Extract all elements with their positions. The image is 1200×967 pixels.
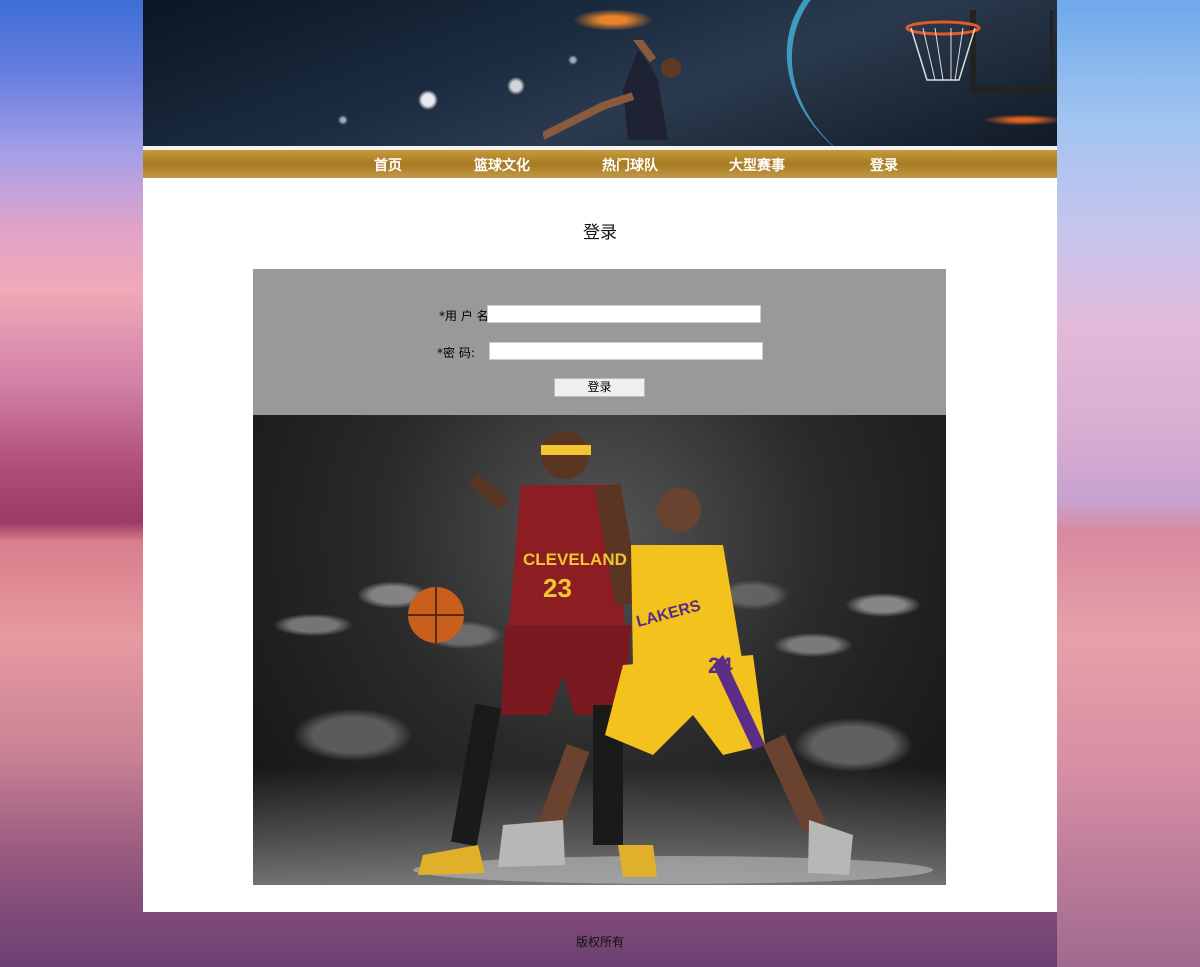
nav-item-login[interactable]: 登录: [870, 155, 898, 175]
username-input[interactable]: [487, 305, 761, 323]
header-banner: [143, 0, 1057, 146]
background-right: [1057, 0, 1200, 967]
players-photo: CLEVELAND 23 LAKERS 24: [253, 415, 946, 885]
dunking-player-image: [543, 40, 681, 140]
players-illustration: CLEVELAND 23 LAKERS 24: [408, 431, 933, 884]
login-submit-button[interactable]: 登录: [554, 378, 645, 397]
page-container: 首页 篮球文化 热门球队 大型赛事 登录 登录 *用 户 名: *密 码: 登录: [143, 0, 1057, 912]
nav-item-popular-teams[interactable]: 热门球队: [602, 155, 658, 175]
password-input[interactable]: [489, 342, 763, 360]
main-navigation: 首页 篮球文化 热门球队 大型赛事 登录: [143, 150, 1057, 178]
nav-item-major-events[interactable]: 大型赛事: [729, 155, 785, 175]
password-label: *密 码:: [437, 346, 475, 360]
nav-item-basketball-culture[interactable]: 篮球文化: [474, 155, 530, 175]
page-title: 登录: [583, 223, 617, 243]
nav-item-home[interactable]: 首页: [374, 155, 402, 175]
jersey-text-left: CLEVELAND: [523, 550, 627, 569]
jersey-number-left: 23: [543, 573, 572, 603]
login-form: *用 户 名: *密 码: 登录: [253, 269, 946, 415]
jersey-number-right: 24: [708, 653, 733, 678]
username-label: *用 户 名:: [439, 309, 493, 323]
footer-copyright: 版权所有: [575, 935, 624, 949]
basketball-hoop-image: [905, 10, 1053, 93]
